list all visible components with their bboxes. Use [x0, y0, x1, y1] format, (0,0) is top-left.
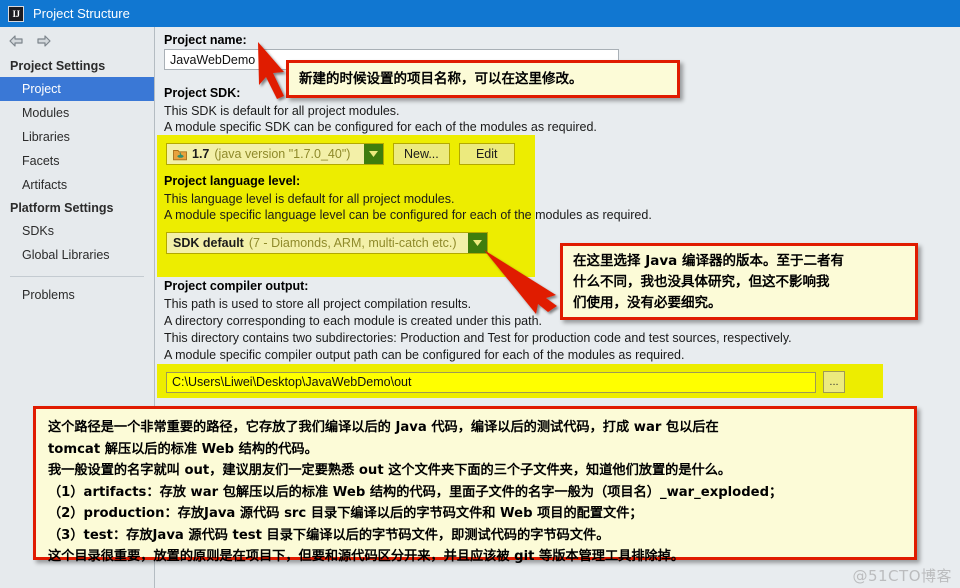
annotation-language-level: 在这里选择 Java 编译器的版本。至于二者有 什么不同，我也没具体研究，但这不… [560, 243, 918, 320]
language-level-label: Project language level: [164, 174, 301, 188]
project-sdk-version-detail: (java version "1.7.0_40") [214, 147, 351, 161]
sidebar-item-problems[interactable]: Problems [0, 283, 154, 307]
sidebar-item-libraries[interactable]: Libraries [0, 125, 154, 149]
java-sdk-folder-icon [173, 148, 187, 161]
project-sdk-label: Project SDK: [164, 86, 241, 100]
chevron-down-icon[interactable] [468, 233, 487, 253]
language-level-desc-2: A module specific language level can be … [164, 208, 652, 222]
new-sdk-button[interactable]: New... [393, 143, 450, 165]
arrow-right-icon[interactable] [35, 34, 52, 48]
project-sdk-combo[interactable]: 1.7 (java version "1.7.0_40") [166, 143, 384, 165]
sidebar-item-global-libraries[interactable]: Global Libraries [0, 243, 154, 267]
language-level-desc-1: This language level is default for all p… [164, 192, 455, 206]
project-sdk-desc-1: This SDK is default for all project modu… [164, 104, 400, 118]
browse-path-button[interactable]: ... [823, 371, 845, 393]
annotation-compiler-output: 这个路径是一个非常重要的路径，它存放了我们编译以后的 Java 代码，编译以后的… [33, 406, 917, 564]
compiler-output-path-value: C:\Users\Liwei\Desktop\JavaWebDemo\out [172, 375, 412, 389]
language-level-value: SDK default [173, 236, 244, 250]
watermark: @51CTO博客 [852, 567, 952, 585]
sidebar-item-sdks[interactable]: SDKs [0, 219, 154, 243]
project-sdk-combo-text: 1.7 (java version "1.7.0_40") [167, 144, 364, 164]
sidebar-group-project-settings: Project Settings [10, 59, 106, 73]
annotation-project-name: 新建的时候设置的项目名称，可以在这里修改。 [286, 60, 680, 98]
chevron-down-icon[interactable] [364, 144, 383, 164]
intellij-idea-icon: IJ [8, 5, 24, 22]
edit-sdk-button[interactable]: Edit [458, 143, 515, 165]
language-level-combo-text: SDK default (7 - Diamonds, ARM, multi-ca… [167, 233, 468, 253]
language-level-combo[interactable]: SDK default (7 - Diamonds, ARM, multi-ca… [166, 232, 488, 254]
project-sdk-row: 1.7 (java version "1.7.0_40") New... Edi… [166, 143, 515, 165]
project-sdk-desc-2: A module specific SDK can be configured … [164, 120, 597, 134]
arrow-left-icon[interactable] [8, 34, 25, 48]
compiler-output-label: Project compiler output: [164, 279, 309, 293]
sidebar-item-facets[interactable]: Facets [0, 149, 154, 173]
project-name-label: Project name: [164, 33, 247, 47]
compiler-output-desc-4: A module specific compiler output path c… [164, 348, 685, 362]
project-sdk-version: 1.7 [192, 147, 210, 161]
project-name-value: JavaWebDemo [170, 52, 256, 67]
sidebar-item-modules[interactable]: Modules [0, 101, 154, 125]
window-title: Project Structure [33, 6, 130, 21]
language-level-value-detail: (7 - Diamonds, ARM, multi-catch etc.) [248, 236, 457, 250]
sidebar-item-artifacts[interactable]: Artifacts [0, 173, 154, 197]
compiler-output-desc-2: A directory corresponding to each module… [164, 314, 542, 328]
window-titlebar: IJ Project Structure [0, 0, 960, 27]
compiler-output-desc-3: This directory contains two subdirectori… [164, 331, 792, 345]
compiler-output-row: C:\Users\Liwei\Desktop\JavaWebDemo\out .… [166, 371, 845, 393]
language-level-row: SDK default (7 - Diamonds, ARM, multi-ca… [166, 232, 488, 254]
sidebar-item-project[interactable]: Project [0, 77, 154, 101]
compiler-output-desc-1: This path is used to store all project c… [164, 297, 472, 311]
compiler-output-path-input[interactable]: C:\Users\Liwei\Desktop\JavaWebDemo\out [166, 371, 816, 393]
sidebar-nav-buttons [0, 27, 154, 55]
sidebar-divider [10, 276, 144, 277]
sidebar-group-platform-settings: Platform Settings [10, 201, 114, 215]
